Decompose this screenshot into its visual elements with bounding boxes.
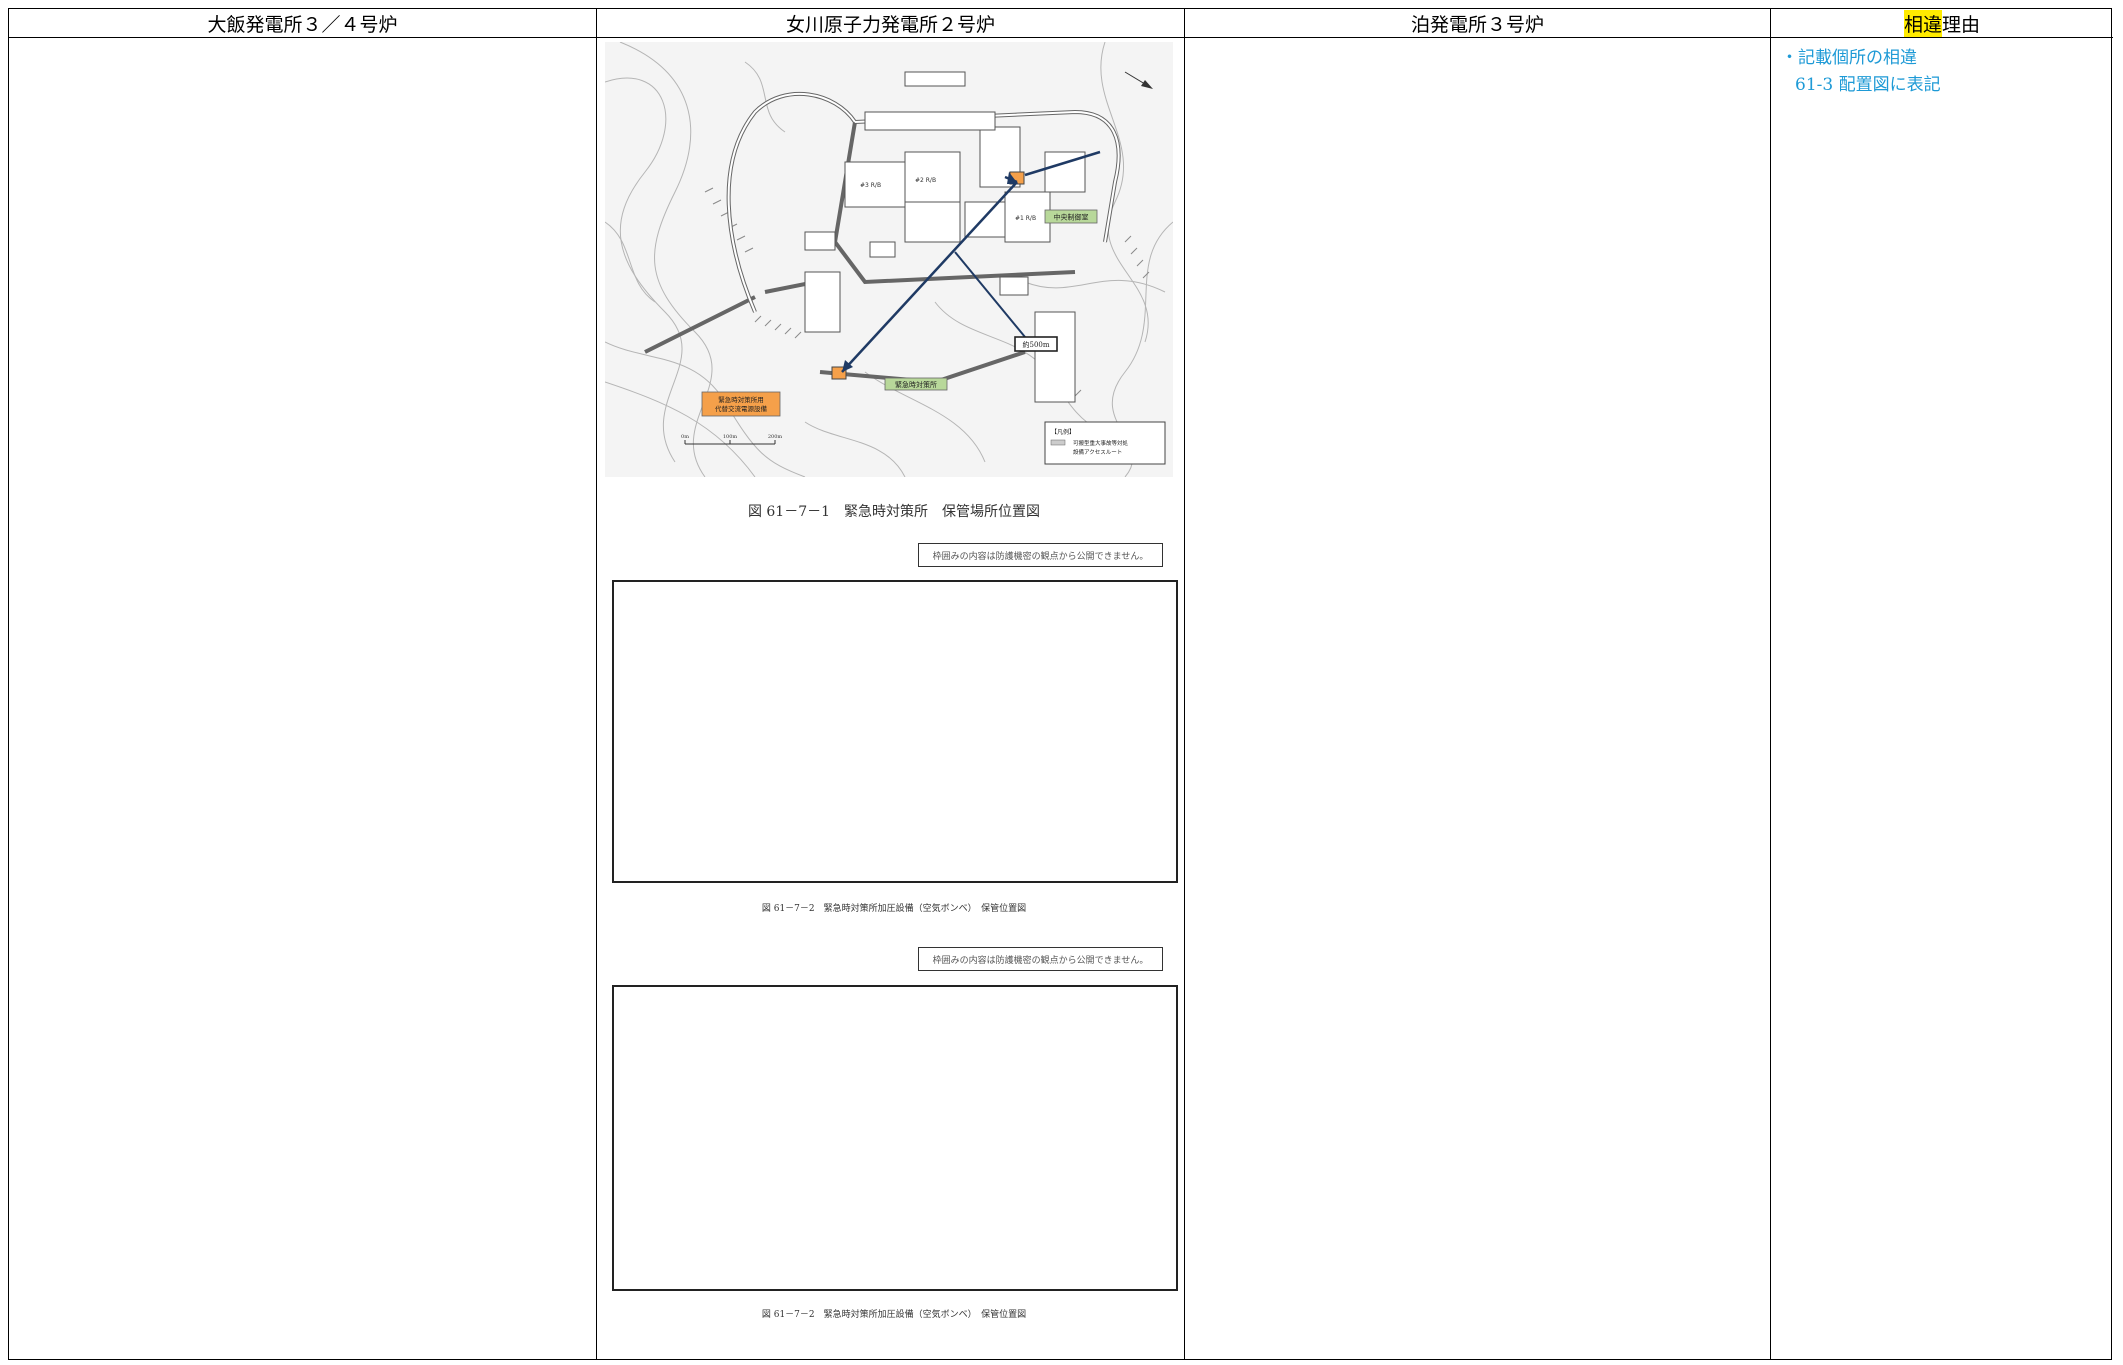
reason-item: 61-3 配置図に表記 (1795, 75, 1941, 95)
figure-caption-1: 図 61－7－1 緊急時対策所 保管場所位置図 (747, 504, 1041, 520)
redacted-figure-3 (612, 985, 1178, 1291)
scale-label-1: 100m (723, 434, 738, 440)
svg-text:緊急時対策所: 緊急時対策所 (895, 380, 937, 389)
column-header-onagawa: 女川原子力発電所２号炉 (597, 9, 1184, 38)
column-header-tomari: 泊発電所３号炉 (1185, 9, 1770, 38)
svg-text:中央制御室: 中央制御室 (1054, 213, 1089, 222)
svg-text:【凡例】: 【凡例】 (1051, 428, 1075, 436)
security-notice-2: 枠囲みの内容は防護機密の観点から公開できません。 (918, 947, 1163, 971)
scale-label-0: 0m (681, 434, 689, 440)
svg-text:約500m: 約500m (1023, 340, 1050, 349)
map-label-r2: #2 R/B (915, 177, 936, 184)
svg-text:可搬型重大事故等対処: 可搬型重大事故等対処 (1073, 439, 1129, 447)
site-layout-map: #3 R/B #2 R/B #1 R/B 中央制御室 約500m 緊急時対策所 … (605, 42, 1173, 477)
reason-header-highlight: 相違 (1903, 9, 1942, 37)
figure-caption-3: 図 61－7－2 緊急時対策所加圧設備（空気ボンベ） 保管位置図 (761, 1310, 1027, 1320)
redacted-figure-2 (612, 580, 1178, 883)
security-notice-1: 枠囲みの内容は防護機密の観点から公開できません。 (918, 543, 1163, 567)
map-label-r1: #1 R/B (1015, 215, 1036, 222)
column-ohi: 大飯発電所３／４号炉 (9, 9, 597, 1359)
column-tomari: 泊発電所３号炉 (1185, 9, 1771, 1359)
column-reason: 相違 理由 ・記載個所の相違 61-3 配置図に表記 (1771, 9, 2113, 1359)
svg-text:緊急時対策所用: 緊急時対策所用 (718, 395, 764, 404)
reason-list: ・記載個所の相違 61-3 配置図に表記 (1781, 45, 1941, 99)
svg-text:設備アクセスルート: 設備アクセスルート (1073, 448, 1122, 456)
svg-text:代替交流電源設備: 代替交流電源設備 (715, 404, 768, 413)
column-header-reason: 相違 理由 (1771, 9, 2113, 38)
reason-header-suffix: 理由 (1942, 13, 1981, 36)
figure-caption-2: 図 61－7－2 緊急時対策所加圧設備（空気ボンベ） 保管位置図 (761, 904, 1027, 914)
column-header-ohi: 大飯発電所３／４号炉 (9, 9, 596, 38)
scale-label-2: 200m (768, 434, 783, 440)
map-label-r3: #3 R/B (860, 182, 881, 189)
reason-item: ・記載個所の相違 (1781, 48, 1917, 68)
